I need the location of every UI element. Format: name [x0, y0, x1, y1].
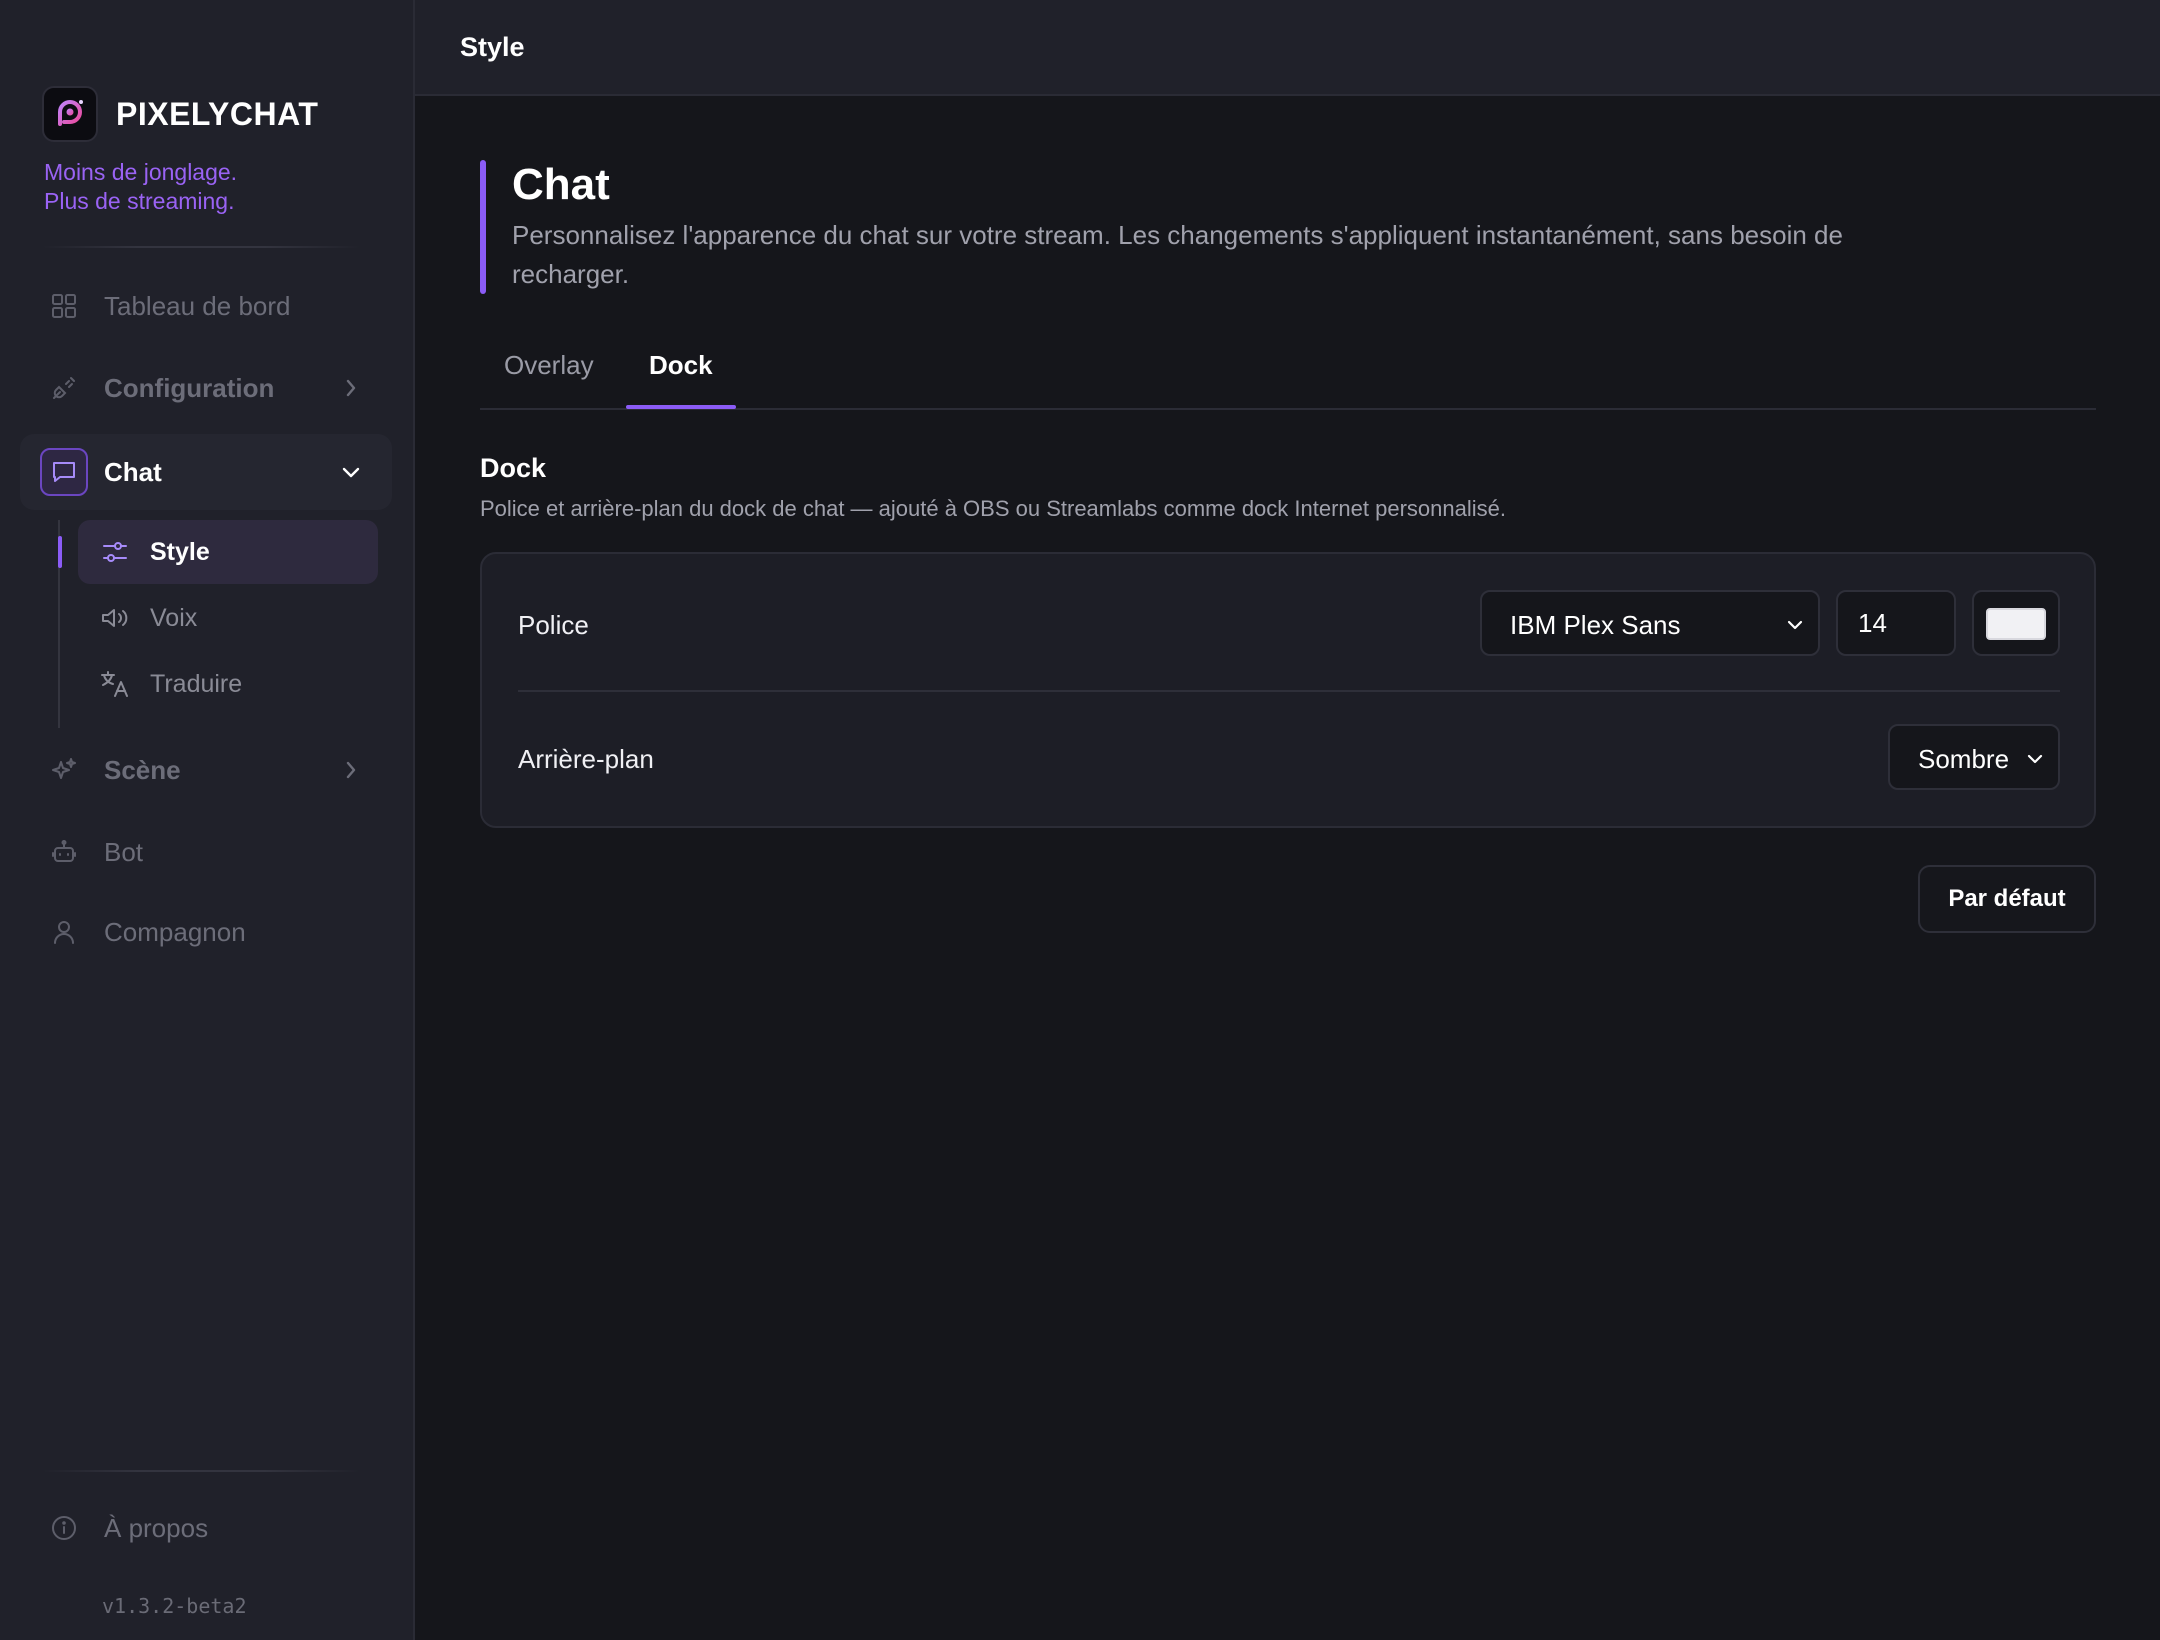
- chevron-right-icon: [340, 377, 362, 399]
- sidebar-subitem-voix[interactable]: Voix: [78, 586, 378, 650]
- sparkles-icon: [48, 754, 80, 786]
- chevron-down-icon: [2024, 748, 2046, 770]
- font-family-value: IBM Plex Sans: [1510, 610, 1681, 640]
- tab-dock[interactable]: Dock: [649, 350, 713, 408]
- brand-name: PIXELYCHAT: [116, 95, 319, 132]
- sidebar-item-about[interactable]: À propos: [20, 1490, 392, 1566]
- sidebar-subitem-traduire[interactable]: Traduire: [78, 652, 378, 716]
- font-family-select[interactable]: IBM Plex Sans: [1480, 590, 1820, 656]
- app-logo-icon: [42, 86, 98, 142]
- submenu-active-indicator: [58, 536, 62, 568]
- reset-default-button[interactable]: Par défaut: [1918, 865, 2096, 933]
- translate-icon: [100, 669, 130, 699]
- tagline-line-2: Plus de streaming.: [44, 188, 235, 214]
- chevron-down-icon: [1784, 614, 1806, 636]
- sidebar-item-label: Bot: [104, 836, 144, 867]
- font-size-input[interactable]: [1836, 590, 1956, 656]
- sidebar-item-label: Scène: [104, 754, 181, 785]
- sidebar-subitem-style[interactable]: Style: [78, 520, 378, 584]
- background-row-label: Arrière-plan: [518, 744, 654, 774]
- sidebar-item-bot[interactable]: Bot: [20, 814, 392, 890]
- user-icon: [48, 916, 80, 948]
- sidebar-item-chat[interactable]: Chat: [20, 434, 392, 510]
- chevron-right-icon: [340, 759, 362, 781]
- sidebar-divider: [42, 1470, 360, 1472]
- background-select[interactable]: Sombre: [1888, 724, 2060, 790]
- sidebar-item-compagnon[interactable]: Compagnon: [20, 894, 392, 970]
- active-tab-underline: [626, 405, 736, 409]
- heading-accent-bar: [480, 160, 486, 294]
- sidebar-item-label: Chat: [104, 456, 162, 487]
- robot-icon: [48, 836, 80, 868]
- sidebar-subitem-label: Voix: [150, 603, 198, 632]
- sidebar-subitem-label: Style: [150, 537, 210, 566]
- page-description: Personnalisez l'apparence du chat sur vo…: [512, 220, 1843, 289]
- background-value: Sombre: [1918, 744, 2010, 774]
- sidebar-divider: [42, 246, 360, 248]
- header-title: Style: [460, 32, 525, 62]
- font-color-picker[interactable]: [1972, 590, 2060, 656]
- sidebar-item-label: Compagnon: [104, 916, 246, 947]
- sidebar-item-configuration[interactable]: Configuration: [20, 350, 392, 426]
- page-title: Chat: [512, 160, 610, 209]
- brand: PIXELYCHAT: [42, 86, 318, 142]
- grid-icon: [48, 290, 80, 322]
- brand-tagline: Moins de jonglage. Plus de streaming.: [44, 158, 237, 216]
- top-header: Style: [415, 0, 2160, 96]
- row-divider: [518, 690, 2060, 692]
- sidebar-subitem-label: Traduire: [150, 669, 243, 698]
- section-title: Dock: [480, 453, 547, 483]
- dock-settings-card: Police IBM Plex Sans Arrière-plan Sombre: [480, 552, 2096, 828]
- tab-overlay[interactable]: Overlay: [504, 350, 594, 408]
- plug-icon: [48, 372, 80, 404]
- sidebar-item-scene[interactable]: Scène: [20, 732, 392, 808]
- tab-bar: Overlay Dock: [480, 350, 2096, 410]
- sidebar-item-label: À propos: [104, 1512, 209, 1543]
- sliders-icon: [100, 537, 130, 567]
- font-color-chip: [1986, 608, 2046, 640]
- sidebar-item-label: Configuration: [104, 372, 275, 403]
- sidebar-item-dashboard[interactable]: Tableau de bord: [20, 268, 392, 344]
- font-row-label: Police: [518, 610, 589, 640]
- section-description: Police et arrière-plan du dock de chat —…: [480, 496, 1506, 521]
- sidebar: PIXELYCHAT Moins de jonglage. Plus de st…: [0, 0, 415, 1640]
- chevron-down-icon: [340, 461, 362, 483]
- tagline-line-1: Moins de jonglage.: [44, 159, 238, 185]
- chat-bubble-icon: [40, 448, 88, 496]
- info-icon: [48, 1512, 80, 1544]
- speaker-icon: [100, 603, 130, 633]
- sidebar-item-label: Tableau de bord: [104, 290, 291, 321]
- app-version: v1.3.2-beta2: [102, 1594, 247, 1618]
